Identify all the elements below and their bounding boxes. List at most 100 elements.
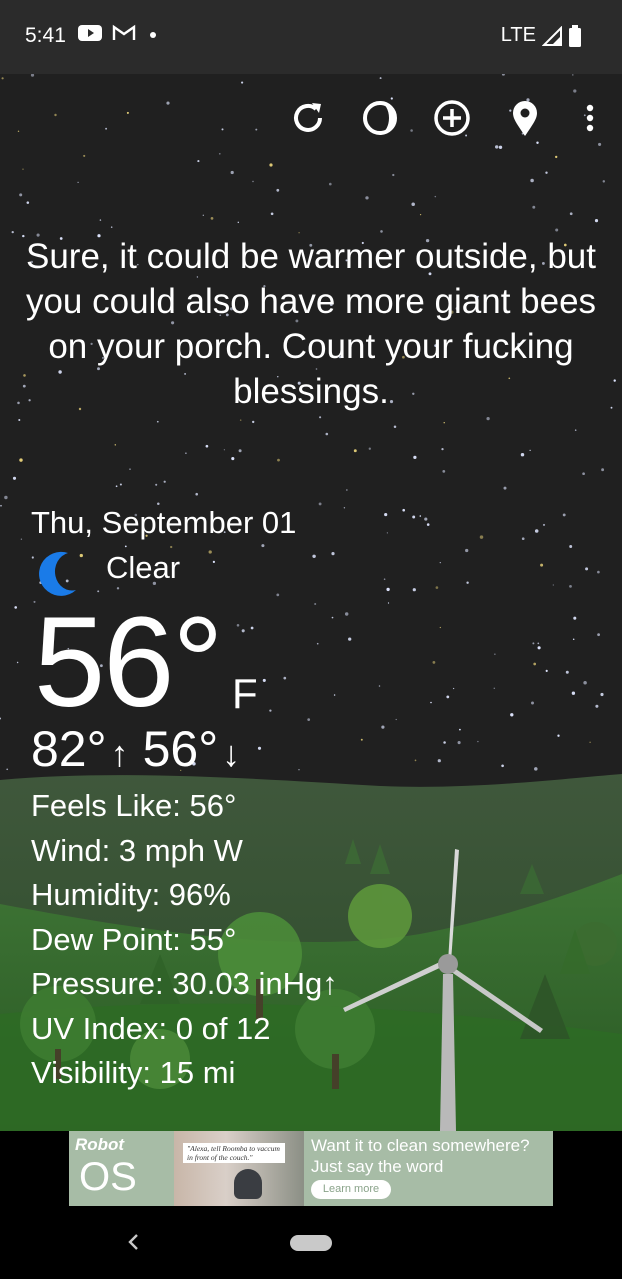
star (555, 155, 558, 159)
star (197, 160, 200, 163)
star (443, 422, 445, 424)
add-location-button[interactable] (430, 96, 474, 140)
star (365, 196, 369, 200)
star (597, 570, 600, 574)
status-bar: 5:41 LTE (0, 0, 622, 74)
star (435, 586, 439, 589)
star (419, 213, 422, 216)
star (325, 432, 329, 436)
star (212, 560, 216, 564)
star (22, 168, 24, 170)
star (486, 416, 490, 421)
ad-learn-more-button[interactable]: Learn more (311, 1180, 391, 1199)
star (393, 425, 397, 429)
star (163, 480, 166, 483)
star (31, 556, 34, 559)
weather-quote: Sure, it could be warmer outside, but yo… (25, 237, 597, 411)
youtube-icon (78, 25, 102, 41)
status-time: 5:41 (25, 24, 66, 47)
current-temperature: 56° (34, 591, 224, 734)
star (20, 538, 23, 540)
star (452, 687, 455, 690)
star (540, 563, 544, 567)
star (532, 205, 536, 209)
low-arrow-icon: ↓ (222, 733, 241, 774)
star (276, 593, 280, 597)
battery-icon (569, 24, 581, 47)
dew-point: Dew Point: 55° (31, 921, 237, 957)
star (384, 513, 388, 517)
back-icon[interactable] (122, 1230, 146, 1254)
star (493, 687, 496, 690)
star (307, 718, 311, 721)
star (114, 444, 117, 446)
star (16, 661, 19, 664)
ad-headline: Want it to clean somewhere? Just say the… (311, 1136, 530, 1176)
star (413, 455, 417, 460)
star (498, 145, 503, 149)
star (170, 545, 173, 549)
refresh-button[interactable] (286, 96, 330, 140)
star (348, 637, 352, 641)
star (252, 180, 254, 183)
pressure: Pressure: 30.03 inHg↑ (31, 966, 338, 1001)
star (414, 759, 417, 762)
star (353, 449, 357, 453)
star (386, 532, 389, 534)
navigation-bar (0, 1206, 622, 1279)
star (594, 219, 599, 223)
ad-brand-os: OS (79, 1155, 137, 1199)
star (573, 616, 577, 620)
star (1, 77, 4, 80)
star (250, 626, 254, 630)
weather-scene: Sure, it could be warmer outside, but yo… (0, 74, 622, 1131)
star (239, 419, 242, 421)
moon-phase-button[interactable] (358, 96, 402, 140)
signal-icon (542, 25, 562, 46)
temperature-unit: F (232, 670, 258, 717)
star (412, 588, 416, 592)
network-type: LTE (500, 24, 536, 46)
star (237, 221, 240, 224)
star (569, 212, 573, 216)
star (610, 406, 613, 409)
star (432, 661, 436, 664)
date-label: Thu, September 01 (31, 505, 297, 540)
star (257, 746, 262, 750)
home-pill[interactable] (290, 1235, 332, 1251)
star (501, 764, 504, 768)
star (479, 535, 484, 539)
star (402, 508, 406, 512)
star (210, 217, 214, 220)
star (261, 544, 265, 548)
more-vert-icon (586, 104, 594, 132)
star (439, 626, 441, 629)
status-right: LTE (501, 24, 582, 47)
more-options-button[interactable] (566, 96, 610, 140)
star (6, 768, 9, 771)
star (0, 717, 1, 720)
star (503, 486, 507, 490)
star (298, 769, 300, 771)
star (573, 89, 577, 93)
star (19, 193, 23, 197)
star (426, 523, 430, 526)
star (241, 629, 245, 633)
star (252, 420, 255, 424)
location-pin-icon (513, 101, 537, 136)
ad-banner[interactable]: Robot OS "Alexa, tell Roomba to vaccum i… (69, 1131, 553, 1206)
location-button[interactable] (503, 96, 547, 140)
high-arrow-icon: ↑ (110, 733, 129, 774)
star (386, 587, 390, 592)
star (346, 489, 348, 491)
star (83, 154, 86, 157)
star (412, 515, 416, 519)
star (589, 741, 591, 743)
star (574, 429, 577, 431)
star (218, 152, 221, 155)
star (185, 452, 187, 455)
star (537, 642, 540, 645)
star (19, 458, 23, 462)
star (241, 81, 244, 84)
ad-brand: Robot (75, 1135, 125, 1154)
